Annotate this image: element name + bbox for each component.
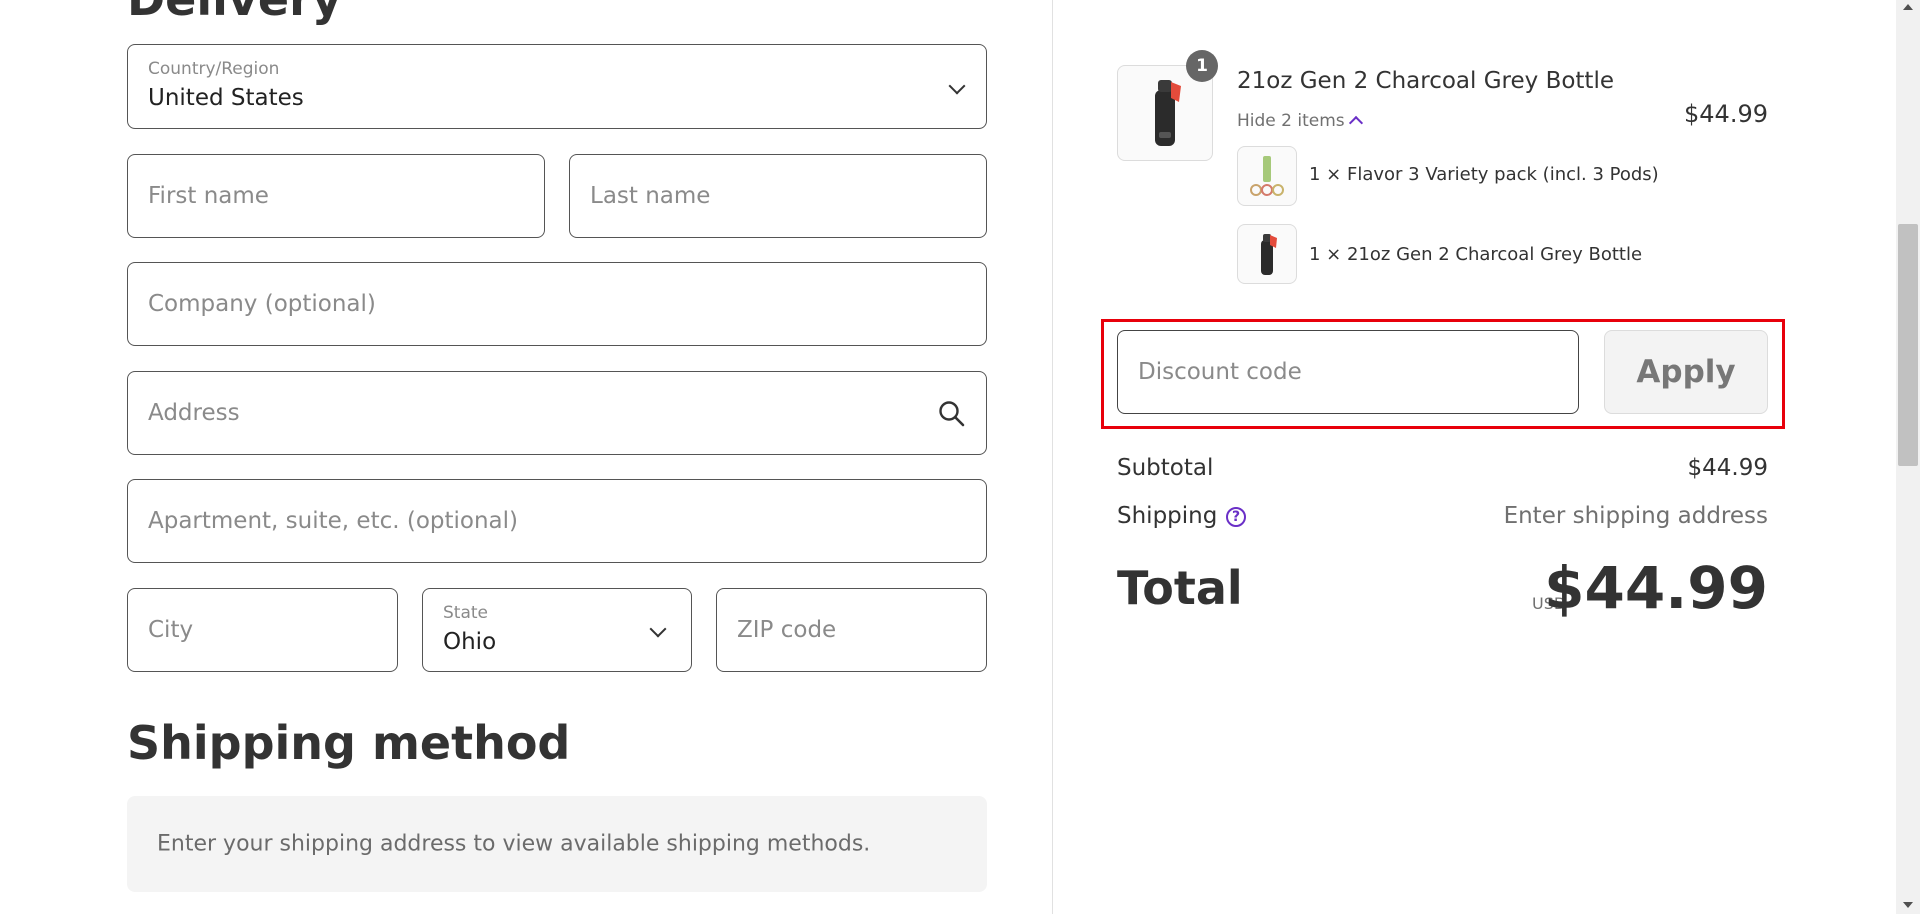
bottle-image-icon bbox=[1155, 80, 1181, 146]
bottle-image-icon bbox=[1261, 234, 1277, 275]
help-icon[interactable]: ? bbox=[1226, 507, 1246, 527]
shipping-method-message: Enter your shipping address to view avai… bbox=[157, 831, 871, 857]
city-placeholder: City bbox=[148, 617, 194, 643]
shipping-method-heading: Shipping method bbox=[127, 716, 571, 770]
scroll-up-arrow-icon[interactable] bbox=[1903, 4, 1913, 10]
chevron-down-icon bbox=[649, 620, 667, 638]
shipping-value: Enter shipping address bbox=[1503, 503, 1768, 529]
apartment-field[interactable]: Apartment, suite, etc. (optional) bbox=[127, 479, 987, 563]
shipping-method-notice: Enter your shipping address to view avai… bbox=[127, 796, 987, 892]
product-title: 21oz Gen 2 Charcoal Grey Bottle bbox=[1237, 68, 1614, 94]
subtotal-value: $44.99 bbox=[1687, 455, 1768, 481]
address-field[interactable]: Address bbox=[127, 371, 987, 455]
variety-pack-image-icon bbox=[1250, 156, 1284, 196]
state-label: State bbox=[443, 603, 488, 623]
chevron-down-icon bbox=[948, 77, 966, 95]
state-value: Ohio bbox=[443, 629, 497, 655]
product-price: $44.99 bbox=[1684, 100, 1768, 128]
country-select[interactable]: Country/Region United States bbox=[127, 44, 987, 129]
subtotal-label: Subtotal bbox=[1117, 455, 1214, 481]
last-name-placeholder: Last name bbox=[590, 183, 711, 209]
quantity-badge: 1 bbox=[1186, 50, 1218, 82]
delivery-heading: Delivery bbox=[127, 0, 342, 26]
state-select[interactable]: State Ohio bbox=[422, 588, 692, 672]
sub-item-label: 1 × Flavor 3 Variety pack (incl. 3 Pods) bbox=[1309, 164, 1659, 185]
discount-code-input[interactable]: Discount code bbox=[1117, 330, 1579, 414]
total-value: $44.99 bbox=[1544, 554, 1768, 622]
country-value: United States bbox=[148, 85, 304, 111]
checkout-form-panel: Delivery Country/Region United States Fi… bbox=[0, 0, 1052, 914]
sub-item-thumbnail bbox=[1237, 224, 1297, 284]
total-label: Total bbox=[1117, 561, 1243, 615]
company-field[interactable]: Company (optional) bbox=[127, 262, 987, 346]
scroll-down-arrow-icon[interactable] bbox=[1903, 902, 1913, 908]
sub-item-thumbnail bbox=[1237, 146, 1297, 206]
discount-code-placeholder: Discount code bbox=[1138, 359, 1302, 385]
sub-item-label: 1 × 21oz Gen 2 Charcoal Grey Bottle bbox=[1309, 244, 1643, 265]
scrollbar-thumb[interactable] bbox=[1898, 224, 1918, 466]
zip-field[interactable]: ZIP code bbox=[716, 588, 987, 672]
company-placeholder: Company (optional) bbox=[148, 291, 376, 317]
first-name-field[interactable]: First name bbox=[127, 154, 545, 238]
country-label: Country/Region bbox=[148, 59, 280, 79]
first-name-placeholder: First name bbox=[148, 183, 269, 209]
address-placeholder: Address bbox=[148, 400, 240, 426]
search-icon[interactable] bbox=[938, 400, 966, 428]
apartment-placeholder: Apartment, suite, etc. (optional) bbox=[148, 508, 519, 534]
zip-placeholder: ZIP code bbox=[737, 617, 837, 643]
shipping-label: Shipping bbox=[1117, 503, 1218, 529]
last-name-field[interactable]: Last name bbox=[569, 154, 987, 238]
apply-discount-button[interactable]: Apply bbox=[1604, 330, 1768, 414]
hide-items-toggle[interactable]: Hide 2 items bbox=[1237, 111, 1345, 131]
city-field[interactable]: City bbox=[127, 588, 398, 672]
